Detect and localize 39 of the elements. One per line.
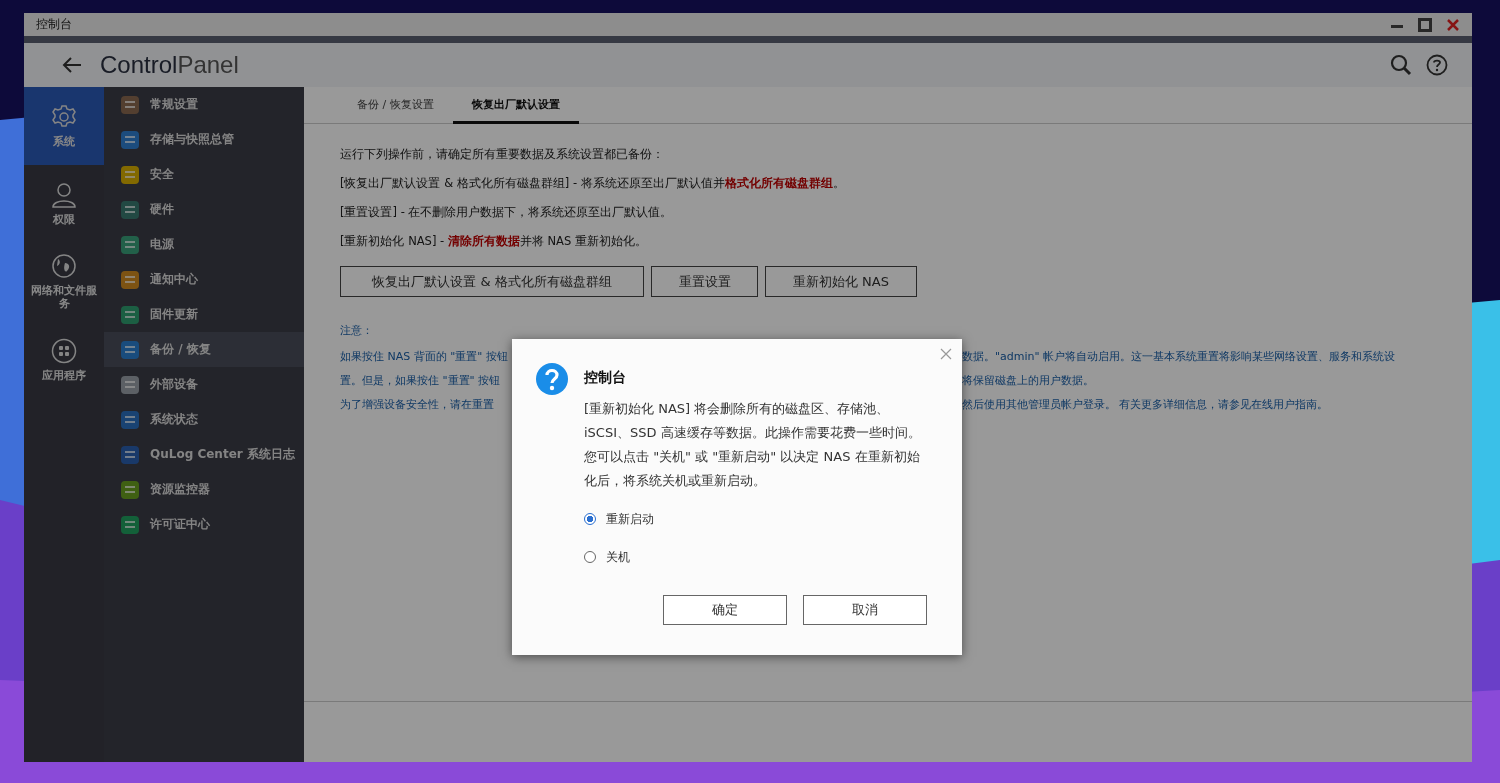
note-text: 将保留磁盘上的用户数据。 — [962, 372, 1094, 388]
description-text: [重新初始化 NAS] - 清除所有数据并将 NAS 重新初始化。 — [340, 233, 648, 250]
tab[interactable]: 备份 / 恢复设置 — [338, 87, 453, 124]
app-title: ControlPanel — [100, 51, 239, 79]
action-button[interactable]: 重新初始化 NAS — [765, 266, 917, 297]
menu-item[interactable]: 电源 — [104, 227, 304, 262]
note-text: 为了增强设备安全性，请在重置 — [340, 396, 495, 412]
nav-rail-item[interactable]: 系统 — [24, 87, 104, 165]
note-text: 置。但是，如果按住 "重置" 按钮 — [340, 372, 502, 388]
description-text: [恢复出厂默认设置 & 格式化所有磁盘群组] - 将系统还原至出厂默认值并格式化所有磁盘群组。 — [340, 175, 846, 192]
note-text: 数据。"admin" 帐户将自动启用。这一基本系统重置将影响某些网络设置、服务和系统设 — [962, 348, 1396, 364]
tab[interactable]: 恢复出厂默认设置 — [452, 87, 579, 124]
menu-item[interactable]: 安全 — [104, 157, 304, 192]
menu-item[interactable]: 系统状态 — [104, 402, 304, 437]
dialog-button[interactable]: 确定 — [663, 595, 787, 625]
nav-rail-item[interactable]: 应用程序 — [24, 321, 104, 399]
dialog-button[interactable]: 取消 — [803, 595, 927, 625]
menu-item[interactable]: 存储与快照总管 — [104, 122, 304, 157]
note-text: 然后使用其他管理员帐户登录。 有关更多详细信息，请参见在线用户指南。 — [962, 396, 1329, 412]
action-button[interactable]: 重置设置 — [651, 266, 758, 297]
menu-item[interactable]: 常规设置 — [104, 87, 304, 122]
menu-item[interactable]: 备份 / 恢复 — [104, 332, 304, 367]
note-text: 如果按住 NAS 背面的 "重置" 按钮 — [340, 348, 509, 364]
option-label: 重新启动 — [606, 511, 654, 527]
menu-item[interactable]: QuLog Center 系统日志 — [104, 437, 304, 472]
menu-item[interactable]: 资源监控器 — [104, 472, 304, 507]
option-label: 关机 — [606, 549, 630, 565]
menu-item[interactable]: 许可证中心 — [104, 507, 304, 542]
description-text: 运行下列操作前，请确定所有重要数据及系统设置都已备份： — [340, 146, 665, 163]
menu-item[interactable]: 硬件 — [104, 192, 304, 227]
menu-item[interactable]: 固件更新 — [104, 297, 304, 332]
description-text: [重置设置] - 在不删除用户数据下，将系统还原至出厂默认值。 — [340, 204, 674, 221]
dialog-message: [重新初始化 NAS] 将会删除所有的磁盘区、存储池、iSCSI、SSD 高速缓存等数据。此操作需要花费一些时间。您可以点击 "关机" 或 "重新启动" 以决定 NAS 在重新初始化后，将系统关机或重新启动。 — [584, 400, 922, 490]
note-heading: 注意： — [340, 323, 374, 338]
dialog-title: 控制台 — [584, 369, 627, 387]
menu-item[interactable]: 外部设备 — [104, 367, 304, 402]
action-button[interactable]: 恢复出厂默认设置 & 格式化所有磁盘群组 — [340, 266, 644, 297]
window-title: 控制台 — [36, 16, 72, 33]
menu-item[interactable]: 通知中心 — [104, 262, 304, 297]
